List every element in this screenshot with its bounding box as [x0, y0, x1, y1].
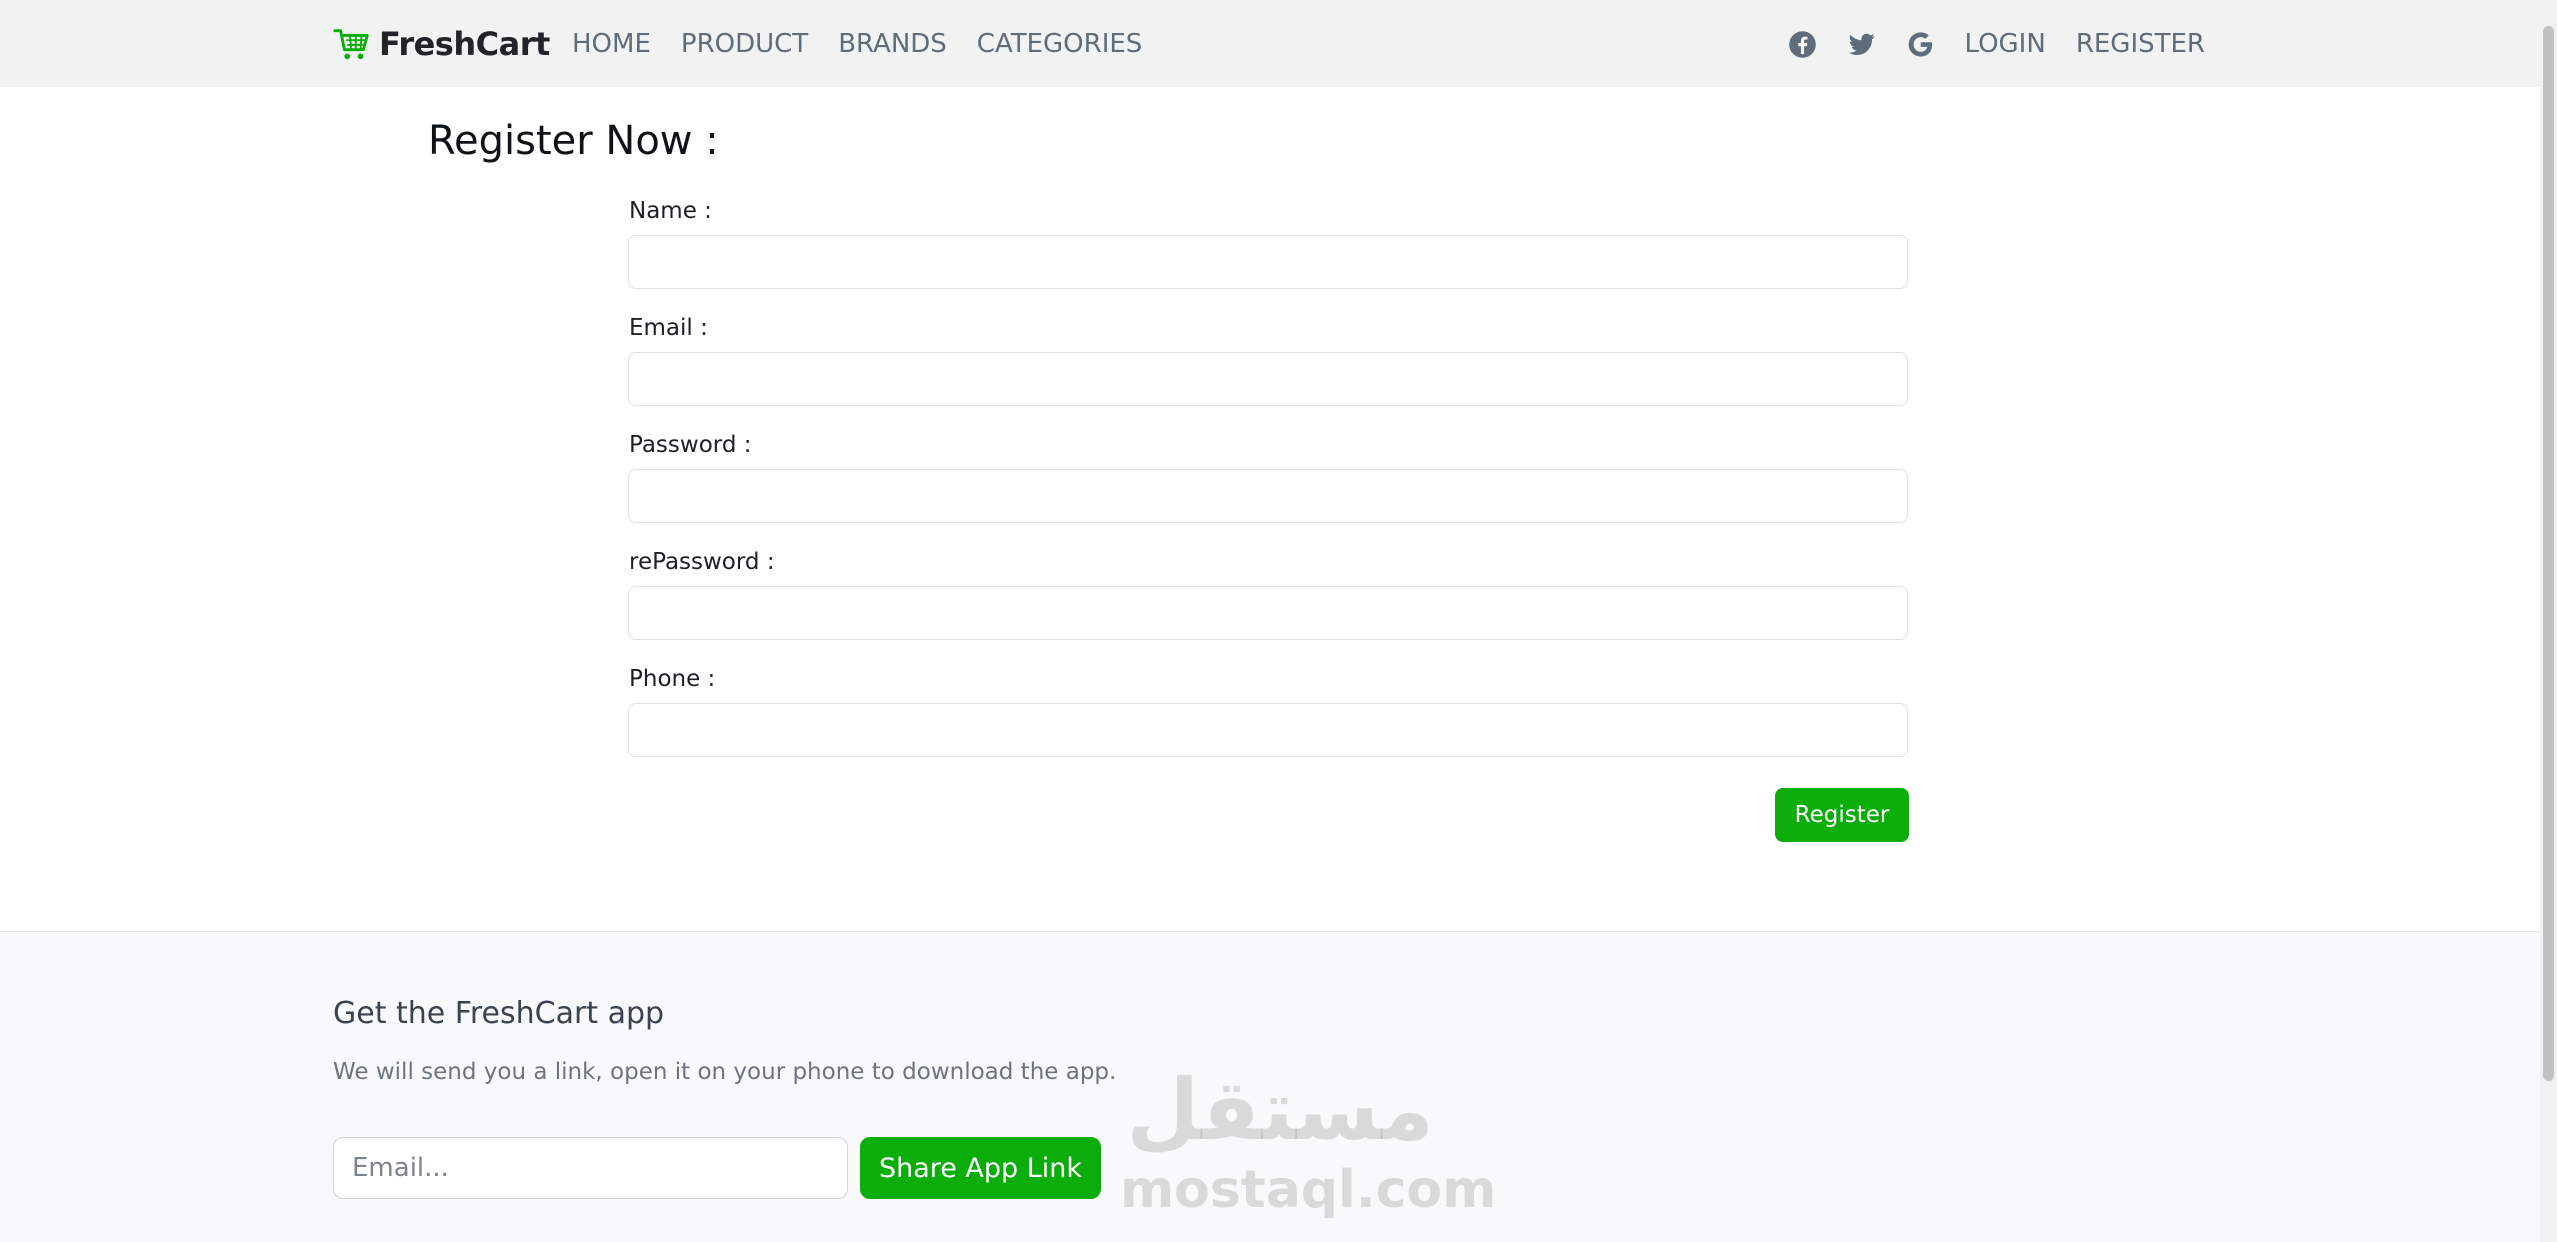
brand-name: FreshCart — [379, 25, 550, 63]
brand-logo[interactable]: FreshCart — [333, 22, 550, 66]
google-icon[interactable] — [1906, 30, 1935, 59]
footer: Get the FreshCart app We will send you a… — [0, 931, 2540, 1242]
twitter-icon[interactable] — [1847, 30, 1876, 59]
nav-links: HOME PRODUCT BRANDS CATEGORIES — [572, 22, 1142, 66]
register-button[interactable]: Register — [1775, 788, 1909, 842]
share-app-link-button[interactable]: Share App Link — [860, 1137, 1101, 1199]
name-input[interactable] — [628, 235, 1908, 289]
nav-link-product[interactable]: PRODUCT — [681, 29, 808, 59]
nav-link-categories[interactable]: CATEGORIES — [977, 29, 1143, 59]
navbar: FreshCart HOME PRODUCT BRANDS CATEGORIES… — [0, 0, 2540, 87]
page-title: Register Now : — [428, 118, 719, 164]
repassword-label: rePassword : — [629, 549, 775, 575]
footer-description: We will send you a link, open it on your… — [333, 1059, 1117, 1085]
facebook-icon[interactable] — [1788, 30, 1817, 59]
email-input[interactable] — [628, 352, 1908, 406]
name-label: Name : — [629, 198, 712, 224]
phone-label: Phone : — [629, 666, 716, 692]
password-label: Password : — [629, 432, 752, 458]
repassword-input[interactable] — [628, 586, 1908, 640]
footer-title: Get the FreshCart app — [333, 996, 665, 1031]
nav-link-home[interactable]: HOME — [572, 29, 651, 59]
nav-link-register[interactable]: REGISTER — [2076, 29, 2205, 59]
nav-link-login[interactable]: LOGIN — [1965, 29, 2046, 59]
nav-link-brands[interactable]: BRANDS — [838, 29, 947, 59]
scrollbar-track[interactable] — [2540, 0, 2557, 1242]
footer-email-input[interactable] — [333, 1137, 848, 1199]
email-label: Email : — [629, 315, 708, 341]
scrollbar-thumb[interactable] — [2543, 26, 2554, 1081]
nav-right: LOGIN REGISTER — [1788, 22, 2205, 66]
password-input[interactable] — [628, 469, 1908, 523]
phone-input[interactable] — [628, 703, 1908, 757]
cart-icon — [333, 29, 369, 60]
